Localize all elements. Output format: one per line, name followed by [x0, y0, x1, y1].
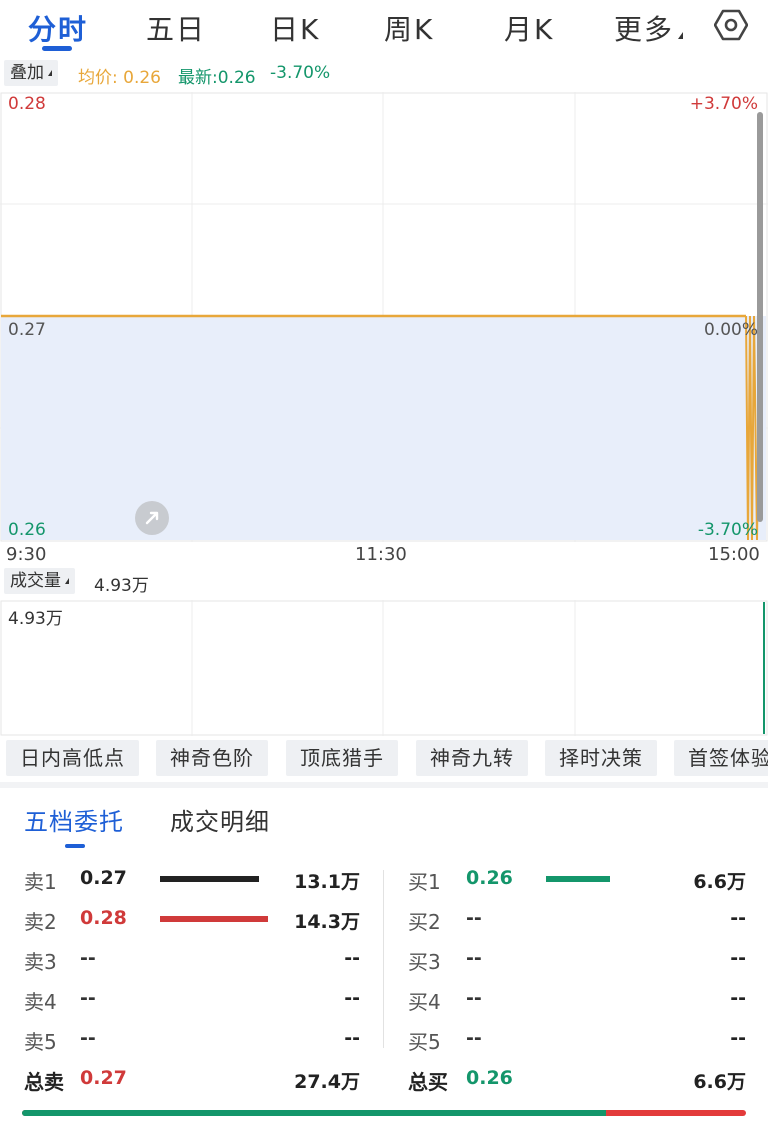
sell-level-2-label: 卖2 [24, 910, 57, 934]
volume-info-row: 成交量 4.93万 [0, 568, 768, 596]
avg-price-label: 均价: 0.26 [78, 68, 161, 88]
change-pct-label: -3.70% [270, 63, 331, 83]
chip-first-sign[interactable]: 首签体验 [674, 740, 768, 776]
buy-level-5-price: -- [466, 1027, 482, 1049]
pct-axis-bottom: -3.70% [697, 520, 758, 540]
price-axis-mid: 0.27 [8, 320, 46, 340]
orderbook-tab-indicator [65, 844, 85, 848]
buy-level-5-label: 买5 [408, 1030, 441, 1054]
buy-level-3-label: 买3 [408, 950, 441, 974]
buy-level-5-volume: -- [730, 1027, 746, 1049]
buy-level-1-volume-bar [546, 876, 610, 882]
buy-level-2-price: -- [466, 907, 482, 929]
buy-level-2-volume: -- [730, 907, 746, 929]
pct-axis-top: +3.70% [689, 94, 758, 114]
chart-info-row: 叠加 均价: 0.26 最新:0.26 -3.70% [0, 60, 768, 88]
total-buy-price: 0.26 [466, 1067, 513, 1089]
sell-level-1-volume-bar [160, 876, 259, 882]
buy-level-1-label: 买1 [408, 870, 441, 894]
sell-level-2-price: 0.28 [80, 907, 127, 929]
sell-level-3-volume: -- [344, 947, 360, 969]
chip-timing-decision[interactable]: 择时决策 [545, 740, 657, 776]
tab-five-day[interactable]: 五日 [146, 8, 206, 48]
volume-axis-max: 4.93万 [8, 609, 63, 629]
dropdown-icon [48, 70, 52, 76]
intraday-chart-svg [0, 92, 768, 542]
sell-level-1-label: 卖1 [24, 870, 57, 894]
indicator-chips: 日内高低点 神奇色阶 顶底猎手 神奇九转 择时决策 首签体验 [0, 740, 768, 778]
price-fill-area [1, 316, 766, 540]
total-sell-label: 总卖 [24, 1070, 64, 1094]
sell-level-4-label: 卖4 [24, 990, 57, 1014]
chart-scrollbar [757, 112, 763, 522]
tab-trade-details[interactable]: 成交明细 [170, 802, 270, 837]
sell-level-3-label: 卖3 [24, 950, 57, 974]
total-buy-label: 总买 [408, 1070, 448, 1094]
total-sell-volume: 27.4万 [294, 1071, 360, 1093]
buy-level-1-volume: 6.6万 [693, 871, 746, 893]
volume-indicator-button[interactable]: 成交量 [4, 568, 75, 594]
buy-level-1-price: 0.26 [466, 867, 513, 889]
volume-chart-svg [0, 600, 768, 736]
volume-value: 4.93万 [94, 576, 149, 596]
volume-border [0, 600, 768, 736]
buy-level-3-price: -- [466, 947, 482, 969]
sell-level-5-price: -- [80, 1027, 96, 1049]
sell-level-1-price: 0.27 [80, 867, 127, 889]
time-label-open: 9:30 [6, 544, 47, 565]
total-sell-price: 0.27 [80, 1067, 127, 1089]
sell-level-4-volume: -- [344, 987, 360, 1009]
time-label-noon: 11:30 [355, 544, 407, 565]
overlay-button-label: 叠加 [10, 63, 44, 83]
chip-magic-nine[interactable]: 神奇九转 [416, 740, 528, 776]
intraday-chart[interactable]: 0.28 0.27 0.26 +3.70% 0.00% -3.70% [0, 92, 768, 542]
period-tabs: 分时 五日 日K 周K 月K 更多 [0, 0, 768, 56]
section-divider [0, 782, 768, 788]
sell-ratio-fill [22, 1110, 606, 1116]
orderbook-divider [383, 870, 384, 1048]
pct-axis-mid: 0.00% [703, 320, 758, 340]
overlay-button[interactable]: 叠加 [4, 60, 58, 86]
sell-level-5-volume: -- [344, 1027, 360, 1049]
buy-sell-ratio-bar [22, 1110, 746, 1116]
time-label-close: 15:00 [708, 544, 760, 565]
chip-intraday-high-low[interactable]: 日内高低点 [6, 740, 139, 776]
tab-order-book[interactable]: 五档委托 [24, 802, 124, 837]
chip-magic-color[interactable]: 神奇色阶 [156, 740, 268, 776]
gear-icon[interactable] [714, 8, 748, 42]
buy-level-4-label: 买4 [408, 990, 441, 1014]
price-axis-bottom: 0.26 [8, 520, 46, 540]
sell-level-3-price: -- [80, 947, 96, 969]
buy-level-2-label: 买2 [408, 910, 441, 934]
sell-level-2-volume: 14.3万 [294, 911, 360, 933]
latest-price-label: 最新:0.26 [178, 68, 256, 88]
buy-level-4-volume: -- [730, 987, 746, 1009]
tab-more-label: 更多 [614, 13, 675, 46]
price-axis-top: 0.28 [8, 94, 46, 114]
chip-top-bottom-hunter[interactable]: 顶底猎手 [286, 740, 398, 776]
sell-level-1-volume: 13.1万 [294, 871, 360, 893]
volume-chart[interactable]: 4.93万 [0, 600, 768, 736]
sell-level-2-volume-bar [160, 916, 268, 922]
sell-level-4-price: -- [80, 987, 96, 1009]
buy-level-4-price: -- [466, 987, 482, 1009]
sell-level-5-label: 卖5 [24, 1030, 57, 1054]
volume-button-label: 成交量 [10, 571, 61, 591]
tab-weekly-k[interactable]: 周K [384, 8, 434, 48]
tab-daily-k[interactable]: 日K [270, 8, 320, 48]
tab-intraday[interactable]: 分时 [28, 8, 88, 48]
tab-monthly-k[interactable]: 月K [504, 8, 554, 48]
volume-bar [763, 602, 765, 734]
total-buy-volume: 6.6万 [693, 1071, 746, 1093]
active-tab-indicator [42, 46, 72, 51]
expand-icon[interactable] [140, 506, 164, 530]
chevron-down-icon [678, 32, 684, 39]
buy-level-3-volume: -- [730, 947, 746, 969]
tab-more[interactable]: 更多 [614, 8, 684, 48]
dropdown-icon [65, 578, 69, 584]
